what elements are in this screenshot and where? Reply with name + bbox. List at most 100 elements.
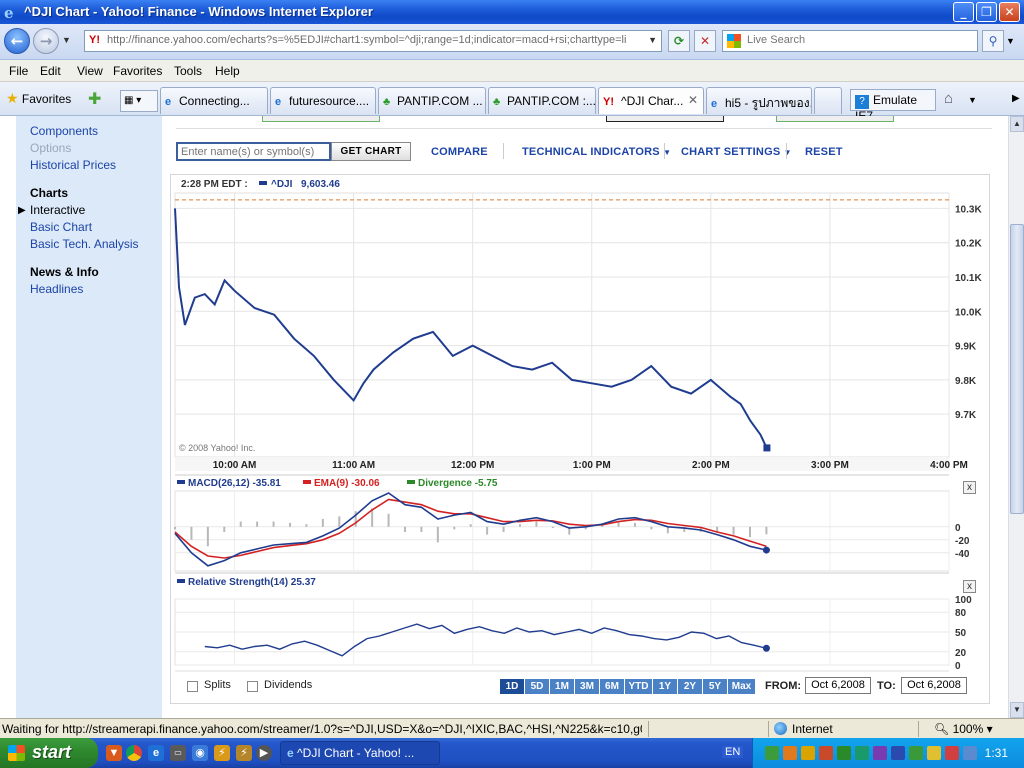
quicklaunch-app-icon[interactable]: ▭ [170,745,186,761]
quicklaunch-chrome-icon[interactable] [126,745,142,761]
sidebar-item-components[interactable]: Components [30,124,98,138]
menu-favorites[interactable]: Favorites [113,64,162,78]
tray-icon[interactable] [945,746,959,760]
emulate-ie7-button[interactable]: ?Emulate IE7 [850,89,936,123]
compare-link[interactable]: COMPARE [431,146,488,158]
sidebar: Components Options Historical Prices Cha… [16,116,162,718]
quicklaunch-app-icon[interactable]: ⚡ [236,745,252,761]
interactive-chart[interactable]: 10.3K 10.2K 10.1K 10.0K 9.9K 9.8K 9.7K 10:00 AM… [170,174,990,704]
live-search-input[interactable] [745,33,965,47]
quicklaunch-app-icon[interactable]: ⚡ [214,745,230,761]
sidebar-item-headlines[interactable]: Headlines [30,282,83,296]
add-favorite-icon[interactable]: ✚ [88,89,101,109]
tray-icon[interactable] [837,746,851,760]
symbol-input[interactable] [176,142,331,161]
tray-icon[interactable] [819,746,833,760]
menu-view[interactable]: View [77,64,103,78]
close-rsi-button[interactable]: x [963,580,976,593]
emulate-icon: ? [855,95,869,109]
range-button-3m[interactable]: 3M [574,679,599,694]
address-url[interactable]: http://finance.yahoo.com/echarts?s=%5EDJ… [107,34,637,46]
menu-edit[interactable]: Edit [40,64,61,78]
more-tools-icon[interactable]: ▶ [1012,93,1020,104]
quicklaunch-download-icon[interactable]: ▼ [106,745,122,761]
range-button-2y[interactable]: 2Y [677,679,702,694]
technical-indicators-menu[interactable]: TECHNICAL INDICATORS ▼ [522,146,671,158]
close-tab-icon[interactable]: ✕ [688,93,698,107]
back-button[interactable]: ← [4,28,30,54]
range-button-ytd[interactable]: YTD [624,679,652,694]
range-button-6m[interactable]: 6M [599,679,624,694]
start-button[interactable]: start [0,738,98,768]
tray-icon[interactable] [873,746,887,760]
range-button-max[interactable]: Max [727,679,755,694]
vertical-scrollbar[interactable]: ▲ ▼ [1008,116,1024,718]
quick-tabs-button[interactable]: ▦ ▾ [120,90,158,112]
range-button-1d[interactable]: 1D [499,679,524,694]
tray-icon[interactable] [855,746,869,760]
search-button[interactable]: ⚲ [982,30,1004,52]
zoom-control[interactable]: 🔍︎ 100% ▾ [934,722,993,736]
address-dropdown-icon[interactable]: ▼ [648,35,657,45]
minimize-button[interactable]: _ [953,2,974,22]
to-date-input[interactable]: Oct 6,2008 [901,677,967,694]
live-search-box[interactable] [722,30,978,52]
y-tick-label: 20 [955,648,967,659]
search-dropdown-icon[interactable]: ▼ [1006,36,1015,46]
sidebar-item-basic-tech-analysis[interactable]: Basic Tech. Analysis [30,237,139,251]
sidebar-item-historical-prices[interactable]: Historical Prices [30,158,116,172]
address-bar[interactable]: Y! http://finance.yahoo.com/echarts?s=%5… [84,30,662,52]
home-icon[interactable]: ⌂ [944,90,953,107]
tray-icon[interactable] [783,746,797,760]
quicklaunch-media-icon[interactable]: ▶ [256,745,272,761]
chart-settings-menu[interactable]: CHART SETTINGS ▼ [681,146,792,158]
stop-button[interactable]: ✕ [694,30,716,52]
language-indicator[interactable]: EN [722,746,744,758]
tray-icon[interactable] [909,746,923,760]
window-title-bar[interactable]: e ^DJI Chart - Yahoo! Finance - Windows … [0,0,1024,24]
reset-link[interactable]: RESET [805,146,843,158]
close-window-button[interactable]: ✕ [999,2,1020,22]
tray-volume-icon[interactable] [963,746,977,760]
quicklaunch-ie-icon[interactable]: e [148,745,164,761]
tray-icon[interactable] [801,746,815,760]
forward-button[interactable]: → [33,28,59,54]
sidebar-item-basic-chart[interactable]: Basic Chart [30,220,92,234]
maximize-button[interactable]: ❐ [976,2,997,22]
tab-futuresource[interactable]: e futuresource.... [270,87,376,114]
scroll-thumb[interactable] [1010,224,1024,514]
tab-hi5[interactable]: e hi5 - รูปภาพของ... [706,87,812,114]
cactus-icon: ♣ [493,96,501,108]
favorites-button[interactable]: ★ Favorites [6,90,71,107]
new-tab-button[interactable] [814,87,842,114]
range-button-1y[interactable]: 1Y [652,679,677,694]
range-button-1m[interactable]: 1M [549,679,574,694]
close-macd-button[interactable]: x [963,481,976,494]
tab-pantip-2[interactable]: ♣ PANTIP.COM :... [488,87,596,114]
dividends-checkbox[interactable] [247,681,258,692]
menu-help[interactable]: Help [215,64,240,78]
tray-icon[interactable] [891,746,905,760]
tab-pantip-1[interactable]: ♣ PANTIP.COM ... [378,87,486,114]
get-chart-button[interactable]: GET CHART [331,142,411,161]
menu-file[interactable]: File [9,64,28,78]
history-dropdown-icon[interactable]: ▼ [62,35,71,45]
scroll-down-icon[interactable]: ▼ [1010,702,1024,718]
menu-tools[interactable]: Tools [174,64,202,78]
tray-icon[interactable] [927,746,941,760]
from-date-input[interactable]: Oct 6,2008 [805,677,871,694]
splits-checkbox[interactable] [187,681,198,692]
refresh-button[interactable]: ⟳ [668,30,690,52]
range-button-5d[interactable]: 5D [524,679,549,694]
home-dropdown-icon[interactable]: ▼ [968,95,977,105]
range-button-5y[interactable]: 5Y [702,679,727,694]
tab-dji-chart[interactable]: Y! ^DJI Char... ✕ [598,87,704,114]
scroll-up-icon[interactable]: ▲ [1010,116,1024,132]
chart-canvas[interactable]: 10.3K 10.2K 10.1K 10.0K 9.9K 9.8K 9.7K 10:00 AM… [171,175,991,705]
taskbar-task-ie[interactable]: e ^DJI Chart - Yahoo! ... [280,741,440,765]
quicklaunch-app-icon[interactable]: ◉ [192,745,208,761]
sidebar-item-interactive[interactable]: Interactive [30,203,85,217]
tray-icon[interactable] [765,746,779,760]
zoom-icon: 🔍︎ [934,722,950,736]
tab-connecting[interactable]: e Connecting... [160,87,268,114]
